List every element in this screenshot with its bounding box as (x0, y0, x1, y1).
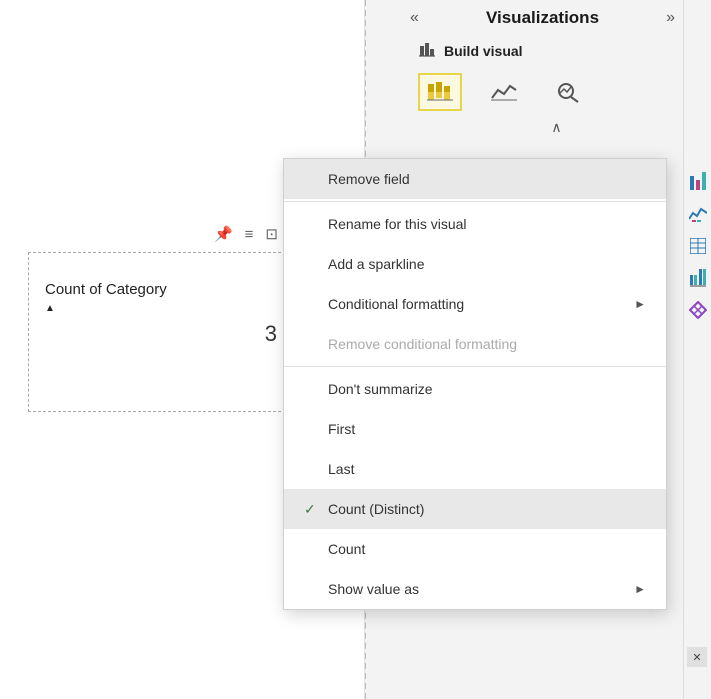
menu-label-last: Last (328, 461, 646, 477)
card-title: Count of Category (45, 281, 167, 298)
viz-chevron-right[interactable]: » (666, 9, 675, 27)
up-chevron-area: ∧ (366, 115, 711, 140)
menu-item-last[interactable]: Last (284, 449, 666, 489)
menu-item-show-value-as[interactable]: Show value as ► (284, 569, 666, 609)
menu-label-count: Count (328, 541, 646, 557)
line-chart-icon-btn[interactable] (482, 73, 526, 111)
viz-icons-row (366, 69, 711, 115)
menu-divider-2 (284, 366, 666, 367)
menu-item-add-sparkline[interactable]: Add a sparkline (284, 244, 666, 284)
sidebar-icon-table[interactable] (686, 232, 710, 260)
menu-label-remove-field: Remove field (328, 171, 646, 187)
arrow-icon-show-value: ► (634, 582, 646, 596)
build-visual-icon (418, 40, 436, 61)
menu-label-show-value-as: Show value as (328, 581, 634, 597)
sidebar-icon-diamond[interactable] (686, 296, 710, 324)
menu-label-dont-summarize: Don't summarize (328, 381, 646, 397)
sort-arrow-icon: ▲ (45, 303, 55, 314)
build-visual-row: Build visual (366, 36, 711, 69)
menu-divider-1 (284, 201, 666, 202)
menu-item-rename-visual[interactable]: Rename for this visual (284, 204, 666, 244)
build-visual-label: Build visual (444, 43, 523, 59)
sidebar-icon-line[interactable] (686, 200, 710, 228)
viz-header-title: Visualizations (427, 8, 658, 28)
up-chevron-icon[interactable]: ∧ (551, 119, 561, 136)
menu-label-conditional-formatting: Conditional formatting (328, 296, 634, 312)
visual-card: 📌 ≡ ⊡ ⋯ Count of Category ▲ 3 (28, 252, 306, 412)
menu-item-count-distinct[interactable]: ✓ Count (Distinct) (284, 489, 666, 529)
stacked-bar-icon-btn[interactable] (418, 73, 462, 111)
card-value: 3 (265, 321, 277, 347)
menu-label-count-distinct: Count (Distinct) (328, 501, 646, 517)
menu-item-remove-field[interactable]: Remove field (284, 159, 666, 199)
menu-item-first[interactable]: First (284, 409, 666, 449)
search-chart-icon-btn[interactable] (546, 73, 590, 111)
menu-label-rename-visual: Rename for this visual (328, 216, 646, 232)
menu-label-add-sparkline: Add a sparkline (328, 256, 646, 272)
pin-icon[interactable]: 📌 (214, 225, 233, 243)
check-icon-count-distinct: ✓ (304, 501, 324, 518)
sidebar-icon-bar[interactable] (686, 168, 710, 196)
viz-chevron-left[interactable]: « (410, 9, 419, 27)
close-button[interactable]: ✕ (687, 647, 707, 667)
menu-item-dont-summarize[interactable]: Don't summarize (284, 369, 666, 409)
sidebar-icon-clustered[interactable] (686, 264, 710, 292)
menu-item-count[interactable]: Count (284, 529, 666, 569)
menu-label-remove-conditional: Remove conditional formatting (328, 336, 646, 352)
context-menu: Remove field Rename for this visual Add … (283, 158, 667, 610)
filter-icon[interactable]: ≡ (245, 226, 254, 243)
viz-header: « Visualizations » (366, 0, 711, 36)
right-sidebar: ✕ (683, 0, 711, 699)
menu-label-first: First (328, 421, 646, 437)
menu-item-conditional-formatting[interactable]: Conditional formatting ► (284, 284, 666, 324)
arrow-icon-conditional: ► (634, 297, 646, 311)
expand-icon[interactable]: ⊡ (265, 225, 278, 243)
menu-item-remove-conditional: Remove conditional formatting (284, 324, 666, 364)
